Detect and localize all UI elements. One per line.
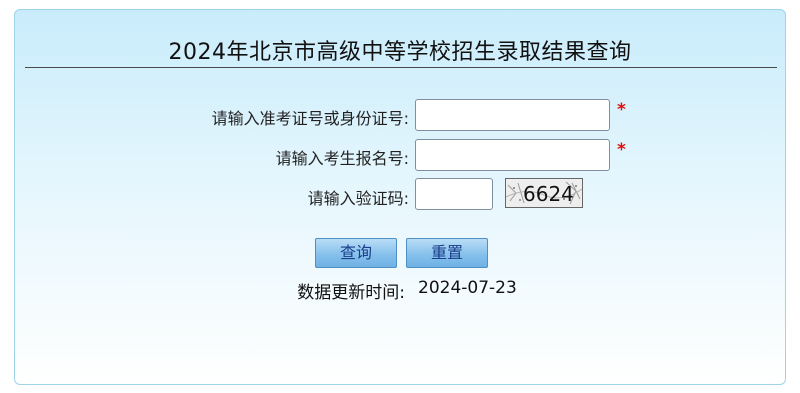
title-divider xyxy=(25,67,777,68)
update-time-value: 2024-07-23 xyxy=(418,278,517,298)
update-time-label: 数据更新时间: xyxy=(297,283,405,303)
registration-number-input[interactable] xyxy=(415,139,610,171)
id-number-input[interactable] xyxy=(415,99,610,131)
captcha-label: 请输入验证码: xyxy=(307,189,409,208)
query-button[interactable]: 查询 xyxy=(315,238,397,268)
captcha-text: 6624 xyxy=(523,182,574,206)
captcha-input[interactable] xyxy=(415,178,493,210)
id-number-label: 请输入准考证号或身份证号: xyxy=(211,109,409,128)
registration-number-label: 请输入考生报名号: xyxy=(275,149,409,168)
id-number-required-mark: * xyxy=(617,100,626,120)
page-title: 2024年北京市高级中等学校招生录取结果查询 xyxy=(168,40,632,65)
reset-button[interactable]: 重置 xyxy=(406,238,488,268)
registration-number-required-mark: * xyxy=(617,140,626,160)
captcha-image[interactable]: 6624 xyxy=(505,178,583,208)
query-panel: 2024年北京市高级中等学校招生录取结果查询 请输入准考证号或身份证号: * 请… xyxy=(14,9,786,385)
